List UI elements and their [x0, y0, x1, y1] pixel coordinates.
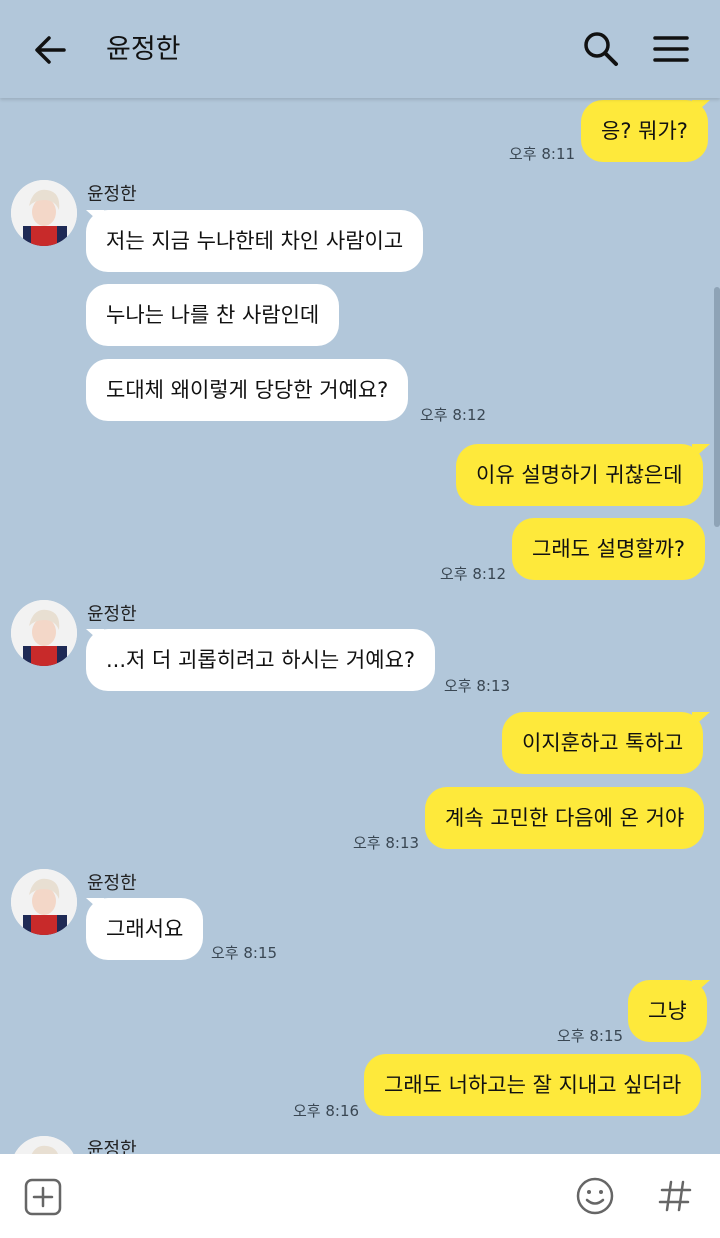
- hashtag-icon[interactable]: [655, 1176, 695, 1216]
- message-time: 오후 8:13: [353, 834, 420, 852]
- chat-header: 윤정한: [0, 0, 720, 98]
- input-bar: [0, 1154, 720, 1238]
- message-time: 오후 8:15: [211, 944, 278, 962]
- add-square-icon[interactable]: [24, 1178, 62, 1216]
- message-time: 오후 8:12: [440, 565, 507, 583]
- message-bubble-them[interactable]: 도대체 왜이렇게 당당한 거예요?: [86, 359, 409, 421]
- contact-avatar[interactable]: [11, 869, 77, 935]
- back-arrow-icon[interactable]: [30, 30, 70, 70]
- contact-avatar[interactable]: [11, 1136, 77, 1154]
- contact-avatar[interactable]: [11, 180, 77, 246]
- sender-name: 윤정한: [87, 184, 137, 205]
- message-bubble-them[interactable]: ...저 더 괴롭히려고 하시는 거예요?: [86, 629, 436, 691]
- message-bubble-me[interactable]: 그래도 설명할까?: [512, 518, 706, 580]
- message-time: 오후 8:13: [444, 677, 511, 695]
- message-time: 오후 8:15: [557, 1027, 624, 1045]
- message-bubble-me[interactable]: 이지훈하고 톡하고: [502, 712, 704, 774]
- emoji-icon[interactable]: [575, 1176, 615, 1216]
- message-bubble-me[interactable]: 계속 고민한 다음에 온 거야: [425, 787, 705, 849]
- hamburger-menu-icon[interactable]: [650, 28, 692, 70]
- chat-title: 윤정한: [106, 34, 181, 65]
- sender-name: 윤정한: [87, 1139, 137, 1154]
- contact-avatar[interactable]: [11, 600, 77, 666]
- sender-name: 윤정한: [87, 604, 137, 625]
- message-time: 오후 8:16: [293, 1102, 360, 1120]
- message-bubble-them[interactable]: 누나는 나를 찬 사람인데: [86, 284, 340, 346]
- message-bubble-me[interactable]: 이유 설명하기 귀찮은데: [456, 444, 703, 506]
- search-icon[interactable]: [580, 28, 622, 70]
- message-time: 오후 8:12: [420, 406, 487, 424]
- chat-area[interactable]: 응? 뭐가? 오후 8:11 윤정한 저는 지금 누나한테 차인 사람이고 누나…: [0, 98, 720, 1154]
- message-bubble-them[interactable]: 저는 지금 누나한테 차인 사람이고: [86, 210, 424, 272]
- scrollbar[interactable]: [714, 287, 720, 527]
- sender-name: 윤정한: [87, 873, 137, 894]
- message-bubble-them[interactable]: 그래서요: [86, 898, 204, 960]
- message-bubble-me[interactable]: 그래도 너하고는 잘 지내고 싶더라: [364, 1054, 702, 1116]
- message-time: 오후 8:11: [509, 145, 576, 163]
- message-bubble-me[interactable]: 응? 뭐가?: [581, 100, 708, 162]
